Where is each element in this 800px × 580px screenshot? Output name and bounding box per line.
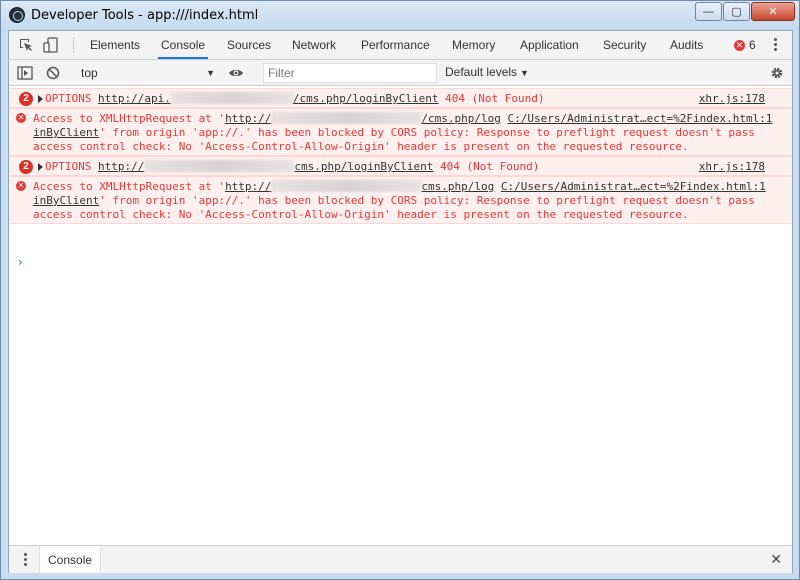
expand-triangle-icon[interactable]: [38, 95, 43, 103]
drawer-menu-icon[interactable]: [23, 552, 27, 568]
filter-input[interactable]: [263, 63, 437, 83]
error-icon: ✕: [16, 113, 26, 123]
error-count-badge[interactable]: ✕ 6: [734, 38, 756, 52]
message-line-3: access control check: No 'Access-Control…: [33, 140, 689, 153]
redacted-host: [271, 112, 422, 124]
tabbar-divider: [73, 37, 74, 53]
live-expression-eye-icon[interactable]: [228, 65, 244, 81]
console-toolbar: top ▼ Default levels▼: [9, 60, 792, 86]
repeat-count-badge: 2: [19, 92, 33, 106]
message-line-2: inByClient' from origin 'app://.' has be…: [33, 126, 755, 139]
tab-performance[interactable]: Performance: [358, 31, 433, 59]
more-options-icon[interactable]: [773, 37, 777, 53]
console-message-cors-error[interactable]: ✕ Access to XMLHttpRequest at 'http://cm…: [9, 176, 792, 224]
status-text: 404 (Not Found): [445, 92, 545, 105]
message-line-1: Access to XMLHttpRequest at 'http://cms.…: [33, 180, 766, 193]
panel-tabbar: Elements Console Sources Network Perform…: [9, 31, 792, 60]
tab-console[interactable]: Console: [158, 31, 209, 59]
show-sidebar-icon[interactable]: [17, 65, 33, 81]
request-url-cont[interactable]: inByClient: [33, 126, 99, 139]
tab-sources[interactable]: Sources: [224, 31, 274, 59]
message-text: OPTIONS http://api./cms.php/loginByClien…: [45, 92, 545, 106]
console-message-network-error[interactable]: 2 OPTIONS http://cms.php/loginByClient 4…: [9, 156, 792, 176]
console-message-cors-error[interactable]: ✕ Access to XMLHttpRequest at 'http:///c…: [9, 108, 792, 156]
request-url[interactable]: http://api./cms.php/loginByClient: [98, 92, 439, 105]
tab-audits[interactable]: Audits: [667, 31, 706, 59]
http-method: OPTIONS: [45, 92, 92, 105]
console-message-network-error[interactable]: 2 OPTIONS http://api./cms.php/loginByCli…: [9, 88, 792, 108]
title-bar[interactable]: Developer Tools - app:///index.html — ▢ …: [1, 1, 799, 30]
tab-application[interactable]: Application: [517, 31, 582, 59]
log-levels-label: Default levels: [445, 65, 518, 79]
chevron-down-icon: ▼: [520, 68, 529, 78]
minimize-button[interactable]: —: [695, 2, 722, 21]
expand-triangle-icon[interactable]: [38, 163, 43, 171]
maximize-button[interactable]: ▢: [723, 2, 750, 21]
window-title: Developer Tools - app:///index.html: [31, 8, 259, 23]
request-url[interactable]: http://cms.php/loginByClient: [98, 160, 433, 173]
http-method: OPTIONS: [45, 160, 92, 173]
request-url[interactable]: http://cms.php/log: [225, 180, 494, 193]
source-link[interactable]: xhr.js:178: [699, 92, 765, 105]
window-controls: — ▢ ✕: [694, 2, 795, 21]
tab-elements[interactable]: Elements: [87, 31, 143, 59]
console-prompt[interactable]: ›: [18, 255, 23, 269]
file-link[interactable]: C:/Users/Administrat…ect=%2Findex.html:1: [508, 112, 773, 125]
redacted-host: [144, 160, 295, 172]
repeat-count-badge: 2: [19, 160, 33, 174]
gear-icon[interactable]: [769, 65, 785, 81]
devtools-client: Elements Console Sources Network Perform…: [8, 30, 793, 573]
inspect-element-icon[interactable]: [18, 37, 34, 53]
redacted-host: [271, 180, 422, 192]
error-icon: ✕: [734, 39, 745, 51]
close-button[interactable]: ✕: [751, 2, 795, 21]
tab-network[interactable]: Network: [289, 31, 339, 59]
error-icon: ✕: [16, 181, 26, 191]
error-count: 6: [749, 38, 756, 52]
electron-app-icon: [9, 7, 25, 23]
drawer-tab-console[interactable]: Console: [39, 546, 102, 573]
status-text: 404 (Not Found): [440, 160, 540, 173]
file-link[interactable]: C:/Users/Administrat…ect=%2Findex.html:1: [501, 180, 766, 193]
clear-console-icon[interactable]: [45, 65, 61, 81]
context-selector[interactable]: top ▼: [79, 64, 217, 82]
context-value: top: [81, 66, 98, 80]
source-link[interactable]: xhr.js:178: [699, 160, 765, 173]
log-levels-dropdown[interactable]: Default levels ▼: [445, 65, 529, 79]
devtools-window: Developer Tools - app:///index.html — ▢ …: [0, 0, 800, 580]
request-url[interactable]: http:///cms.php/log: [225, 112, 501, 125]
close-drawer-icon[interactable]: ✕: [770, 551, 782, 568]
tab-security[interactable]: Security: [600, 31, 649, 59]
console-messages: 2 OPTIONS http://api./cms.php/loginByCli…: [9, 86, 792, 545]
chevron-down-icon: ▼: [206, 68, 215, 78]
drawer-tabbar: Console ✕: [9, 545, 792, 573]
request-url-cont[interactable]: inByClient: [33, 194, 99, 207]
message-line-1: Access to XMLHttpRequest at 'http:///cms…: [33, 112, 773, 125]
message-line-3: access control check: No 'Access-Control…: [33, 208, 689, 221]
redacted-host: [170, 92, 293, 104]
tab-memory[interactable]: Memory: [449, 31, 498, 59]
message-line-2: inByClient' from origin 'app://.' has be…: [33, 194, 755, 207]
device-toolbar-icon[interactable]: [43, 37, 59, 53]
message-text: OPTIONS http://cms.php/loginByClient 404…: [45, 160, 539, 174]
